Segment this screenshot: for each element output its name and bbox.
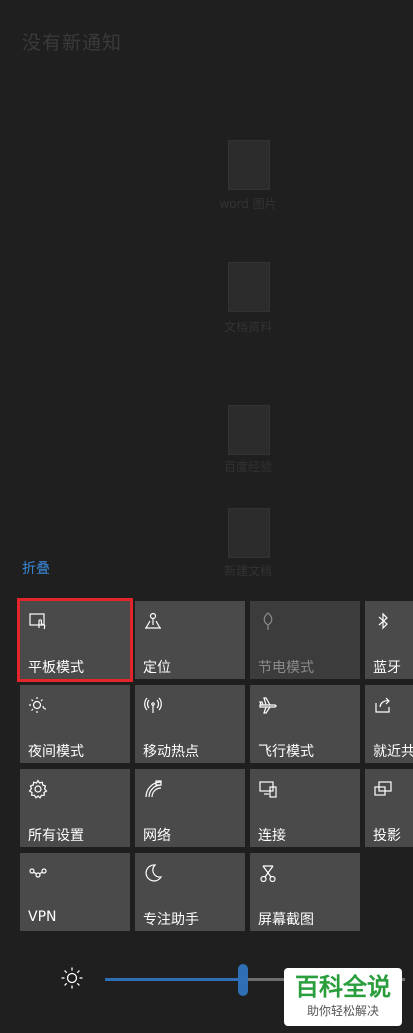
project-icon bbox=[373, 779, 393, 799]
tile-airplane-mode[interactable]: 飞行模式 bbox=[250, 685, 360, 763]
tile-label: 蓝牙 bbox=[373, 660, 401, 676]
location-icon bbox=[143, 611, 163, 631]
focus-assist-moon-icon bbox=[143, 863, 163, 883]
desktop-file-icon bbox=[228, 140, 270, 190]
tile-all-settings[interactable]: 所有设置 bbox=[20, 769, 130, 847]
tile-mobile-hotspot[interactable]: 移动热点 bbox=[135, 685, 245, 763]
screen-snip-icon bbox=[258, 863, 278, 883]
desktop-file-icon bbox=[228, 405, 270, 455]
connect-icon bbox=[258, 779, 278, 799]
tablet-mode-icon bbox=[28, 611, 48, 631]
tile-label: 节电模式 bbox=[258, 660, 314, 676]
tile-label: 所有设置 bbox=[28, 828, 84, 844]
desktop-file-label: 新建文档 bbox=[223, 564, 272, 578]
tile-label: 就近共 bbox=[373, 744, 413, 760]
tile-label: 专注助手 bbox=[143, 912, 199, 928]
desktop-file-label: 百度经验 bbox=[223, 460, 272, 474]
no-notifications-heading: 没有新通知 bbox=[22, 32, 123, 54]
tile-location[interactable]: 定位 bbox=[135, 601, 245, 679]
watermark-subtitle: 助你轻松解决 bbox=[306, 1004, 379, 1018]
desktop-file-icon bbox=[228, 262, 270, 312]
tile-nearby-sharing[interactable]: 就近共 bbox=[365, 685, 413, 763]
night-light-icon bbox=[28, 695, 48, 715]
tile-project[interactable]: 投影 bbox=[365, 769, 413, 847]
tile-label: 投影 bbox=[373, 828, 401, 844]
settings-gear-icon bbox=[28, 779, 48, 799]
desktop-file-label: 文档资料 bbox=[223, 320, 272, 334]
desktop-file-icon bbox=[228, 508, 270, 558]
airplane-icon bbox=[258, 695, 278, 715]
tile-label: 移动热点 bbox=[143, 744, 199, 760]
mobile-hotspot-icon bbox=[143, 695, 163, 715]
collapse-link[interactable]: 折叠 bbox=[22, 558, 50, 578]
tile-tablet-mode[interactable]: 平板模式 bbox=[17, 598, 133, 682]
tile-night-light[interactable]: 夜间模式 bbox=[20, 685, 130, 763]
watermark-title: 百科全说 bbox=[295, 973, 391, 1001]
tile-label: 平板模式 bbox=[28, 660, 84, 676]
tile-focus-assist[interactable]: 专注助手 bbox=[135, 853, 245, 931]
watermark-logo: 百科全说 助你轻松解决 bbox=[284, 968, 402, 1026]
desktop-file-label: word 图片 bbox=[219, 197, 277, 211]
tile-network[interactable]: 网络 bbox=[135, 769, 245, 847]
tile-screen-snip[interactable]: 屏幕截图 bbox=[250, 853, 360, 931]
brightness-slider-fill bbox=[105, 978, 243, 981]
tile-connect[interactable]: 连接 bbox=[250, 769, 360, 847]
tile-label: 定位 bbox=[143, 660, 171, 676]
tile-vpn[interactable]: VPN bbox=[20, 853, 130, 931]
tile-label: 网络 bbox=[143, 828, 171, 844]
tile-label: 飞行模式 bbox=[258, 744, 314, 760]
tile-battery-saver[interactable]: 节电模式 bbox=[250, 601, 360, 679]
bluetooth-icon bbox=[373, 611, 393, 631]
network-icon bbox=[143, 779, 163, 799]
tile-label: VPN bbox=[28, 909, 57, 925]
battery-saver-icon bbox=[258, 611, 278, 631]
tile-label: 屏幕截图 bbox=[258, 912, 314, 928]
brightness-sun-icon bbox=[60, 966, 84, 990]
vpn-icon bbox=[28, 863, 48, 883]
brightness-slider-thumb[interactable] bbox=[238, 964, 248, 996]
tile-label: 夜间模式 bbox=[28, 744, 84, 760]
nearby-sharing-icon bbox=[373, 695, 393, 715]
tile-label: 连接 bbox=[258, 828, 286, 844]
tile-bluetooth[interactable]: 蓝牙 bbox=[365, 601, 413, 679]
